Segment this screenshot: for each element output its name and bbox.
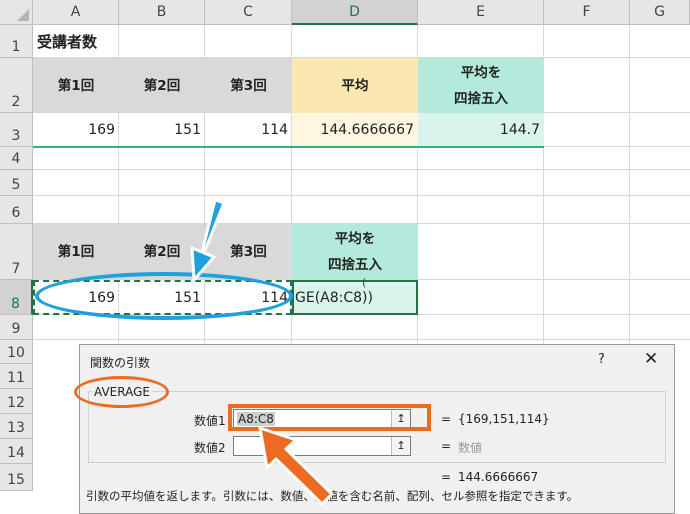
formula-equals: = [441,470,452,484]
column-header-b[interactable]: B [119,0,205,25]
column-header-g[interactable]: G [630,0,690,25]
table1-header-average[interactable]: 平均 [292,58,418,113]
table1-average-value[interactable]: 144.6666667 [292,113,418,147]
arg2-label: 数値2 [194,441,226,455]
spreadsheet: A B C D E F G 1 2 3 4 5 6 7 8 9 10 11 12… [0,0,690,514]
gridline [33,339,690,340]
close-icon[interactable]: ✕ [644,349,658,369]
arg2-result: 数値 [458,441,483,455]
formula-fragment: GE(A8:C8)) [295,289,373,306]
row-header-14[interactable]: 14 [0,439,33,464]
table1-header-3[interactable]: 第3回 [205,58,292,113]
table1-bottom-border [33,146,544,148]
arrow-down-icon [190,198,226,282]
table2-header-1[interactable]: 第1回 [33,224,119,280]
row-header-4[interactable]: 4 [0,147,33,170]
gridline [33,169,690,170]
gridline [33,195,690,196]
row-header-11[interactable]: 11 [0,364,33,389]
column-header-d[interactable]: D [292,0,418,25]
highlight-ellipse-blue [35,272,293,320]
table1-value-1[interactable]: 169 [33,113,119,147]
column-header-f[interactable]: F [544,0,630,25]
help-button[interactable]: ? [598,352,605,367]
table1-header-2[interactable]: 第2回 [119,58,205,113]
column-header-a[interactable]: A [33,0,119,25]
row-header-3[interactable]: 3 [0,113,33,147]
row-header-5[interactable]: 5 [0,170,33,196]
row-header-6[interactable]: 6 [0,196,33,224]
row-header-15[interactable]: 15 [0,464,33,491]
row-header-7[interactable]: 7 [0,224,33,280]
table1-rounded-value[interactable]: 144.7 [418,113,544,147]
table1-value-2[interactable]: 151 [119,113,205,147]
sheet-title[interactable]: 受講者数 [37,25,97,57]
row-header-8[interactable]: 8 [0,280,33,315]
dialog-title: 関数の引数 [90,356,151,370]
arrow-up-left-icon [258,426,334,506]
table1-value-3[interactable]: 114 [205,113,292,147]
arg1-label: 数値1 [194,414,226,428]
active-cell-d8[interactable]: GE(A8:C8)) [292,280,418,315]
row-header-12[interactable]: 12 [0,389,33,414]
highlight-ellipse-orange [74,376,169,408]
row-header-13[interactable]: 13 [0,414,33,439]
arg2-equals: = [441,439,452,453]
row-header-2[interactable]: 2 [0,58,33,113]
row-header-1[interactable]: 1 [0,25,33,58]
column-header-c[interactable]: C [205,0,292,25]
row-header-10[interactable]: 10 [0,340,33,364]
arg1-result: {169,151,114} [458,412,550,426]
row-header-9[interactable]: 9 [0,315,33,340]
table2-header-rounded[interactable]: 平均を 四捨五入 [292,224,418,280]
select-all-corner[interactable] [0,0,33,25]
range-select-icon[interactable]: ↥ [391,437,410,455]
table1-header-rounded[interactable]: 平均を 四捨五入 [418,58,544,113]
table1-header-1[interactable]: 第1回 [33,58,119,113]
formula-tail: ( [362,276,367,289]
formula-result: 144.6666667 [458,470,539,484]
arg1-equals: = [441,412,452,426]
column-header-e[interactable]: E [418,0,544,25]
